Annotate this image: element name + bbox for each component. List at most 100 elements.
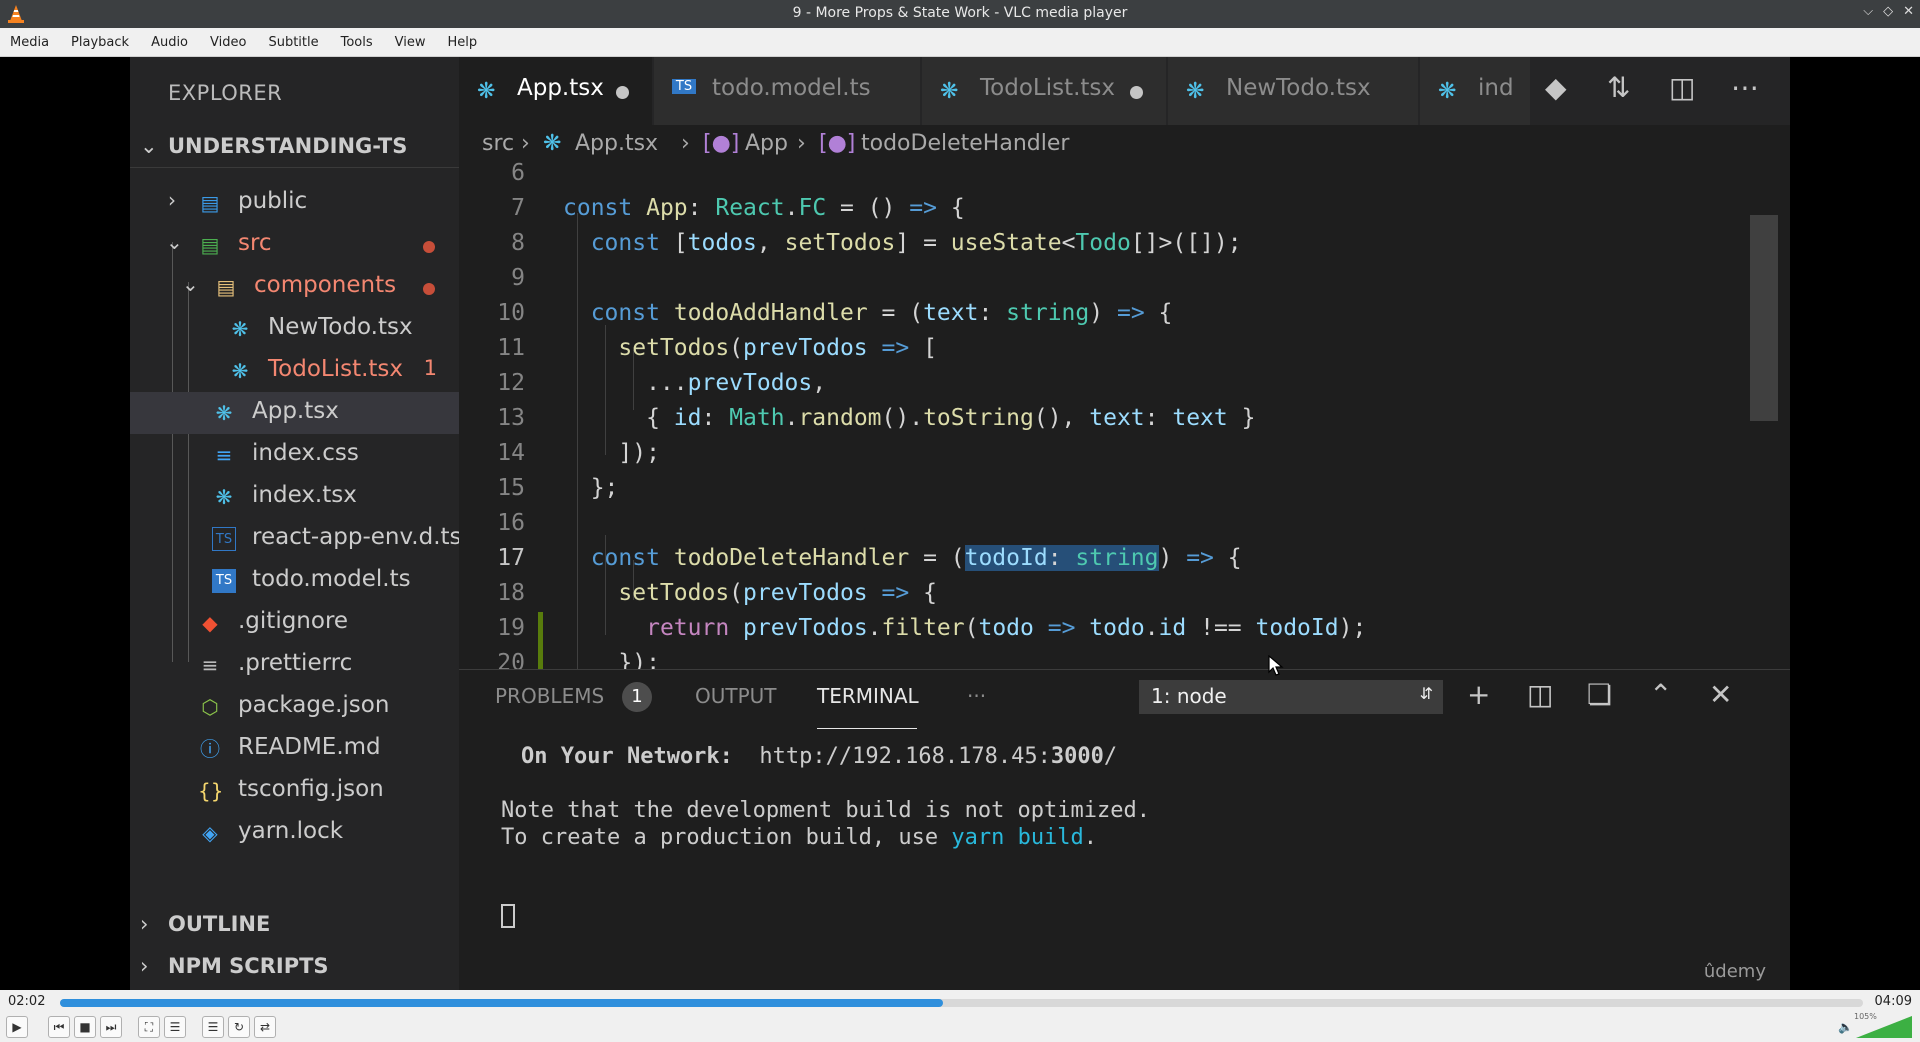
total-time: 04:09	[1874, 994, 1912, 1009]
speaker-icon: 🔈	[1838, 1020, 1853, 1034]
menu-video[interactable]: Video	[210, 28, 246, 50]
tab-app-tsx[interactable]: ❋ App.tsx	[459, 57, 652, 125]
video-area[interactable]: EXPLORER ⌄ UNDERSTANDING-TS › ▤ public ⌄…	[0, 57, 1920, 990]
seek-bar[interactable]	[60, 999, 1863, 1007]
next-icon[interactable]: ⏭	[100, 1016, 122, 1038]
tree-item-readme[interactable]: ⓘ README.md	[130, 728, 459, 770]
split-terminal-icon[interactable]: ◫	[1527, 678, 1553, 711]
tab-index[interactable]: ❋ ind	[1420, 57, 1530, 125]
breadcrumb-file[interactable]: App.tsx	[575, 131, 658, 156]
breadcrumb-src[interactable]: src	[482, 131, 514, 156]
split-editor-icon[interactable]: ◫	[1669, 71, 1695, 104]
tree-item-react-app-env[interactable]: TS react-app-env.d.ts	[130, 518, 462, 560]
info-icon: ⓘ	[200, 737, 220, 761]
tree-item-label: yarn.lock	[238, 818, 344, 844]
tree-item-app[interactable]: ❋ App.tsx	[130, 392, 459, 434]
react-icon: ❋	[940, 79, 959, 104]
menu-audio[interactable]: Audio	[151, 28, 188, 50]
unsaved-dot[interactable]	[1130, 86, 1143, 99]
menu-view[interactable]: View	[395, 28, 426, 50]
tab-todo-model[interactable]: TS todo.model.ts	[654, 57, 920, 125]
outline-header[interactable]: › OUTLINE	[130, 904, 459, 946]
tree-item-todo-model[interactable]: TS todo.model.ts	[130, 560, 459, 602]
close-panel-icon[interactable]: ✕	[1709, 678, 1732, 711]
tab-newtodo[interactable]: ❋ NewTodo.tsx	[1168, 57, 1418, 125]
tree-item-public[interactable]: › ▤ public	[130, 182, 459, 224]
tree-item-prettierrc[interactable]: ≡ .prettierrc	[130, 644, 459, 686]
play-icon[interactable]: ▶	[6, 1016, 28, 1038]
fullscreen-icon[interactable]: ⛶	[138, 1016, 160, 1038]
tree-item-components[interactable]: ⌄ ▤ components	[130, 266, 459, 308]
shuffle-icon[interactable]: ⇄	[254, 1016, 276, 1038]
tree-item-newtodo[interactable]: ❋ NewTodo.tsx	[130, 308, 459, 350]
more-actions-icon[interactable]: ⋯	[1731, 71, 1759, 104]
code-line: ...prevTodos,	[563, 370, 827, 396]
unsaved-dot[interactable]	[616, 86, 629, 99]
line-number: 8	[511, 230, 525, 256]
problems-badge: 1	[622, 682, 652, 712]
create-command: yarn build	[951, 825, 1084, 850]
more-views-button[interactable]: ···	[967, 684, 986, 708]
menu-media[interactable]: Media	[10, 28, 49, 50]
code-line: setTodos(prevTodos => {	[618, 580, 937, 606]
menu-subtitle[interactable]: Subtitle	[268, 28, 318, 50]
menu-playback[interactable]: Playback	[71, 28, 129, 50]
editor-scrollbar[interactable]	[1750, 215, 1778, 421]
bottom-panel: PROBLEMS 1 OUTPUT TERMINAL ··· 1: node ⇵…	[459, 669, 1790, 990]
menu-help[interactable]: Help	[448, 28, 478, 50]
stop-icon[interactable]: ■	[74, 1016, 96, 1038]
typescript-icon: TS	[672, 79, 696, 94]
playlist-icon[interactable]: ☰	[202, 1016, 224, 1038]
tree-item-index-css[interactable]: ≡ index.css	[130, 434, 459, 476]
tab-output[interactable]: OUTPUT	[695, 684, 777, 708]
line-number: 7	[511, 195, 525, 221]
tree-item-package-json[interactable]: ⬡ package.json	[130, 686, 459, 728]
restore-icon[interactable]: ◇	[1883, 4, 1893, 19]
tree-item-index-tsx[interactable]: ❋ index.tsx	[130, 476, 459, 518]
modified-dot	[423, 241, 435, 253]
open-changes-icon[interactable]: ⇅	[1607, 71, 1630, 104]
tree-item-todolist[interactable]: ❋ TodoList.tsx 1	[130, 350, 459, 392]
window-title: 9 - More Props & State Work - VLC media …	[792, 5, 1128, 21]
network-label: On Your Network:	[521, 744, 733, 769]
code-editor[interactable]: 678910111213141516171819202122 const App…	[459, 160, 1790, 805]
trash-icon[interactable]: ❏	[1587, 678, 1612, 711]
new-terminal-icon[interactable]: +	[1467, 678, 1490, 711]
loop-icon[interactable]: ↻	[228, 1016, 250, 1038]
tree-item-label: index.tsx	[252, 482, 357, 508]
symbol-variable-icon: [●]	[819, 131, 856, 156]
tree-item-tsconfig[interactable]: {} tsconfig.json	[130, 770, 459, 812]
tree-item-yarn-lock[interactable]: ◈ yarn.lock	[130, 812, 459, 854]
breadcrumb-symbol-handler[interactable]: todoDeleteHandler	[861, 131, 1069, 156]
minimize-icon[interactable]: ⌵	[1863, 4, 1873, 19]
git-icon: ◆	[202, 611, 218, 635]
tree-item-gitignore[interactable]: ◆ .gitignore	[130, 602, 459, 644]
menu-tools[interactable]: Tools	[341, 28, 373, 50]
npm-scripts-header[interactable]: › NPM SCRIPTS	[130, 946, 459, 988]
breadcrumb-symbol-app[interactable]: App	[745, 131, 788, 156]
maximize-panel-icon[interactable]: ⌃	[1649, 678, 1672, 711]
previous-icon[interactable]: ⏮	[48, 1016, 70, 1038]
title-bar: 9 - More Props & State Work - VLC media …	[0, 0, 1920, 28]
tab-problems[interactable]: PROBLEMS	[495, 684, 604, 708]
line-number: 15	[497, 475, 525, 501]
tree-item-src[interactable]: ⌄ ▤ src	[130, 224, 459, 266]
git-compare-icon[interactable]: ◆	[1545, 71, 1567, 104]
tree-item-label: index.css	[252, 440, 359, 466]
seek-bar-fill	[60, 999, 944, 1007]
code-line: { id: Math.random().toString(), text: te…	[563, 405, 1256, 431]
extended-settings-icon[interactable]: ☰	[164, 1016, 186, 1038]
network-url-suffix: /	[1103, 744, 1118, 769]
editor-tabs: ❋ App.tsx TS todo.model.ts ❋ TodoList.ts…	[459, 57, 1790, 125]
globe-folder-icon: ▤	[200, 191, 220, 215]
volume-slider[interactable]: 🔈 105%	[1838, 1012, 1912, 1038]
tab-terminal[interactable]: TERMINAL	[817, 684, 919, 708]
tree-item-label: NewTodo.tsx	[268, 314, 413, 340]
tree-item-label: TodoList.tsx	[268, 356, 404, 382]
tree-item-label: .prettierrc	[238, 650, 353, 676]
tab-todolist[interactable]: ❋ TodoList.tsx	[922, 57, 1166, 125]
close-icon[interactable]: ✕	[1903, 4, 1914, 19]
terminal-select[interactable]: 1: node ⇵	[1139, 680, 1443, 714]
workspace-header[interactable]: ⌄ UNDERSTANDING-TS	[130, 126, 459, 168]
line-number: 10	[497, 300, 525, 326]
